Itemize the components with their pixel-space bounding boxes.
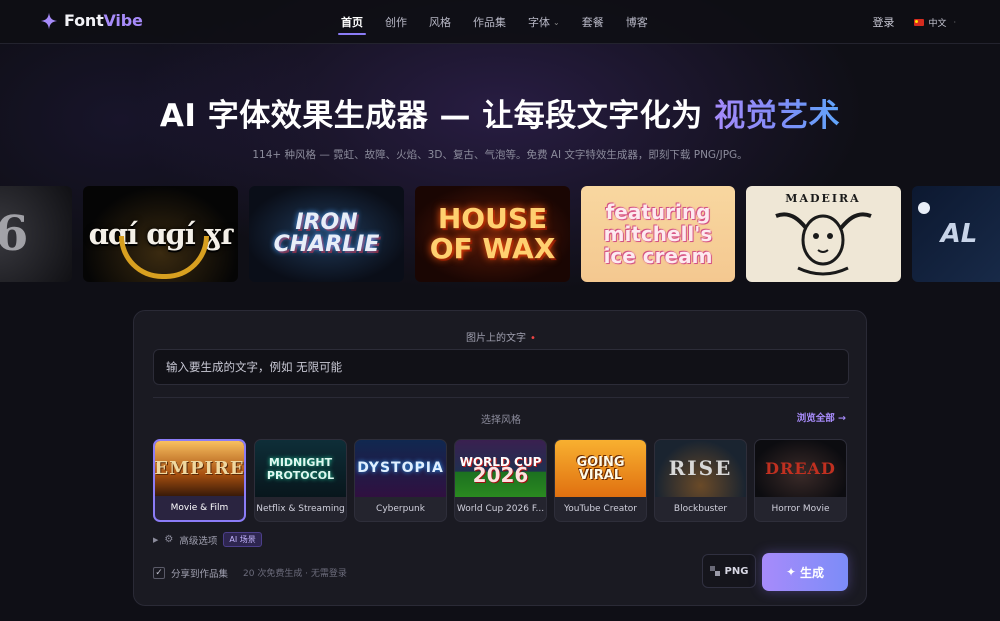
- hero-title: AI 字体效果生成器 — 让每段文字化为 视觉艺术: [0, 90, 1000, 135]
- ai-scene-badge: AI 场景: [223, 532, 262, 547]
- carousel-item[interactable]: MADEIRA: [746, 186, 901, 282]
- format-png-button[interactable]: PNG: [702, 554, 756, 588]
- image-format-icon: [709, 566, 720, 576]
- browse-all-link[interactable]: 浏览全部 →: [797, 410, 846, 424]
- chevron-down-icon: ⌄: [553, 17, 560, 27]
- hero-title-accent: 视觉艺术: [714, 98, 841, 134]
- carousel-item[interactable]: AL: [912, 186, 1000, 282]
- style-card-netflix[interactable]: MIDNIGHT PROTOCOL Netflix & Streaming: [254, 439, 347, 522]
- language-label: 中文: [928, 18, 947, 29]
- nav-link-fonts-label: 字体: [528, 16, 550, 29]
- format-label: PNG: [724, 565, 749, 577]
- style-section-label: 选择风格: [481, 415, 521, 426]
- style-name: Blockbuster: [673, 503, 728, 514]
- style-name: Cyberpunk: [376, 503, 425, 514]
- nav-link-pricing[interactable]: 套餐: [571, 0, 615, 44]
- nav-links: 首页 创作 风格 作品集 字体 ⌄ 套餐 博客: [330, 0, 659, 44]
- advanced-options-label: 高级选项: [179, 535, 218, 547]
- brand-name: FontVibe: [64, 11, 143, 30]
- checkbox-icon: ✓: [153, 567, 165, 579]
- free-generation-note: 20 次免费生成 · 无需登录: [243, 569, 347, 579]
- carousel-item-text: AL: [940, 219, 978, 249]
- nav-link-styles[interactable]: 风格: [418, 0, 462, 44]
- text-field-label: 图片上的文字 •: [466, 333, 536, 344]
- style-card-youtube[interactable]: GOING VIRAL YouTube Creator: [554, 439, 647, 522]
- top-nav: FontVibe 首页 创作 风格 作品集 字体 ⌄ 套餐 博客 登录 中文 ·: [0, 0, 1000, 44]
- face-emblem-icon: MADEIRA: [775, 192, 872, 276]
- sparkle-icon: [40, 12, 58, 29]
- language-selector[interactable]: 中文 ·: [914, 16, 956, 29]
- china-flag-icon: [914, 18, 925, 26]
- advanced-options-toggle[interactable]: ▶ ⚙ 高级选项 AI 场景: [153, 532, 262, 547]
- hero-subtitle: 114+ 种风格 — 霓虹、故障、火焰、3D、复古、气泡等。免费 AI 文字特效…: [252, 149, 748, 161]
- divider: [153, 397, 849, 398]
- chevron-down-icon: ·: [953, 17, 956, 27]
- style-name: Netflix & Streaming: [256, 503, 345, 514]
- style-thumbnail: DYSTOPIA: [355, 440, 446, 497]
- style-name: Movie & Film: [170, 502, 229, 513]
- style-card-cyberpunk[interactable]: DYSTOPIA Cyberpunk: [354, 439, 447, 522]
- style-thumbnail: WORLD CUP 2026: [455, 440, 546, 497]
- share-label: 分享到作品集: [171, 569, 229, 580]
- carousel-item-text: MADEIRA: [785, 192, 860, 205]
- carousel-item-text: HOUSE OF WAX: [429, 202, 556, 265]
- carousel-item-text: ɑɑí ɑɡí ɣɾ: [88, 217, 234, 251]
- hero-title-main: AI 字体效果生成器 — 让每段文字化为: [159, 98, 715, 134]
- style-thumbnail: GOING VIRAL: [555, 440, 646, 497]
- carousel-item[interactable]: 36: [0, 186, 72, 282]
- generate-label: 生成: [800, 565, 825, 580]
- carousel-item-text: IRON CHARLIE: [273, 210, 380, 257]
- carousel-item[interactable]: HOUSE OF WAX: [415, 186, 570, 282]
- nav-link-fonts[interactable]: 字体 ⌄: [517, 0, 571, 44]
- generator-panel: 图片上的文字• 选择风格 浏览全部 → EMPIRE Movie & Film …: [133, 310, 867, 606]
- login-link[interactable]: 登录: [872, 14, 894, 30]
- text-input[interactable]: [153, 349, 849, 385]
- required-mark: •: [530, 333, 536, 344]
- style-thumbnail: MIDNIGHT PROTOCOL: [255, 440, 346, 497]
- style-thumbnail: DREAD: [755, 440, 846, 497]
- nav-link-home[interactable]: 首页: [330, 0, 374, 44]
- style-card-horror[interactable]: DREAD Horror Movie: [754, 439, 847, 522]
- style-name: World Cup 2026 F...: [456, 503, 545, 514]
- carousel-item-text: 36: [0, 206, 29, 262]
- caret-right-icon: ▶: [153, 535, 159, 544]
- style-card-world-cup[interactable]: WORLD CUP 2026 World Cup 2026 F...: [454, 439, 547, 522]
- gear-icon: ⚙: [164, 534, 174, 545]
- example-carousel: 36 ɑɑí ɑɡí ɣɾ IRONCHARLIE HOUSEOF WAX fe…: [0, 186, 1000, 282]
- nav-right: 登录 中文 ·: [872, 0, 956, 44]
- style-thumbnail: RISE: [655, 440, 746, 497]
- dot-icon: [918, 202, 930, 214]
- nav-link-gallery[interactable]: 作品集: [462, 0, 517, 44]
- generate-button[interactable]: ✦ 生成: [762, 553, 848, 591]
- sparkle-icon: ✦: [785, 565, 797, 579]
- style-name: Horror Movie: [771, 503, 830, 514]
- nav-link-create[interactable]: 创作: [374, 0, 418, 44]
- share-to-gallery-checkbox[interactable]: ✓ 分享到作品集: [153, 566, 228, 580]
- carousel-item-text: featuring mitchell's ice cream: [603, 200, 713, 268]
- carousel-item[interactable]: IRON CHARLIE: [249, 186, 404, 282]
- style-card-blockbuster[interactable]: RISE Blockbuster: [654, 439, 747, 522]
- style-thumbnail: EMPIRE: [155, 441, 244, 496]
- carousel-item[interactable]: ɑɑí ɑɡí ɣɾ: [83, 186, 238, 282]
- carousel-item[interactable]: featuring mitchell's ice cream: [581, 186, 735, 282]
- nav-link-blog[interactable]: 博客: [615, 0, 659, 44]
- logo[interactable]: FontVibe: [40, 11, 143, 30]
- style-card-movie-film[interactable]: EMPIRE Movie & Film: [153, 439, 246, 522]
- style-grid: EMPIRE Movie & Film MIDNIGHT PROTOCOL Net…: [153, 439, 853, 523]
- style-name: YouTube Creator: [563, 503, 638, 514]
